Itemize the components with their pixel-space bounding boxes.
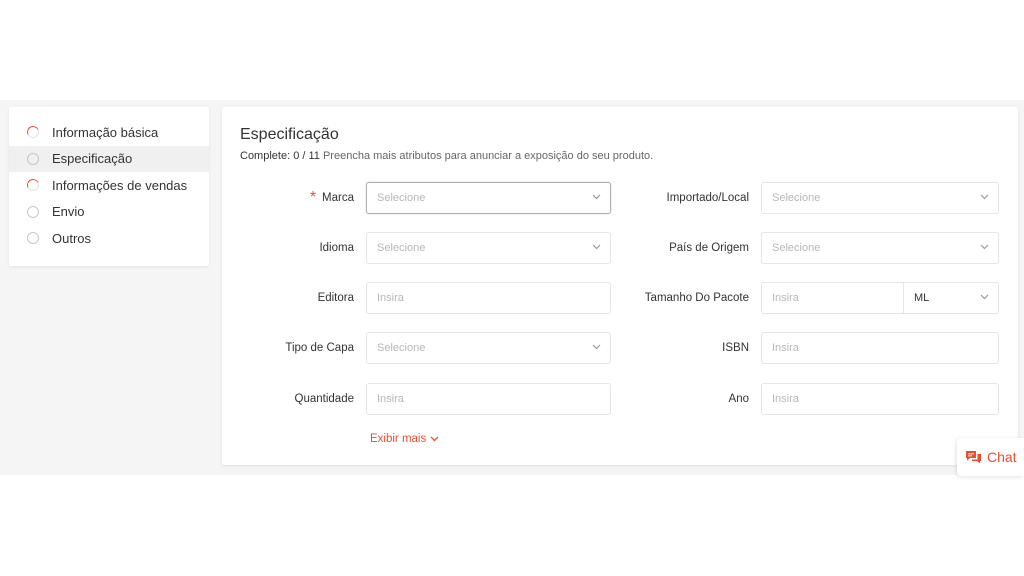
- idioma-select[interactable]: Selecione: [366, 232, 611, 264]
- marca-label: Marca: [322, 192, 354, 204]
- pais-select[interactable]: Selecione: [761, 232, 999, 264]
- tamanho-unit-select[interactable]: ML: [903, 282, 999, 314]
- show-more-label: Exibir mais: [370, 433, 427, 445]
- chevron-down-icon: [980, 294, 989, 302]
- completion-status: Complete: 0 / 11 Preencha mais atributos…: [240, 150, 653, 162]
- ano-label: Ano: [728, 393, 749, 405]
- editora-label: Editora: [317, 292, 354, 304]
- completion-count: Complete: 0 / 11: [240, 150, 320, 162]
- isbn-label-row: ISBN: [622, 332, 749, 364]
- tamanho-placeholder: Insira: [772, 292, 799, 304]
- progress-empty-icon: [27, 152, 39, 165]
- required-asterisk: *: [309, 189, 317, 206]
- idioma-label-row: Idioma: [222, 232, 354, 264]
- nav-item-label: Informações de vendas: [52, 177, 188, 193]
- panel-title: Especificação: [240, 126, 339, 143]
- idioma-placeholder: Selecione: [377, 242, 426, 254]
- editora-input[interactable]: Insira: [366, 282, 611, 314]
- chevron-down-icon: [980, 194, 989, 202]
- specification-panel: Especificação Complete: 0 / 11 Preencha …: [222, 107, 1018, 465]
- capa-label: Tipo de Capa: [285, 342, 354, 354]
- progress-partial-icon: [25, 124, 41, 140]
- pais-placeholder: Selecione: [772, 242, 821, 254]
- editora-placeholder: Insira: [377, 292, 404, 304]
- nav-item-especificacao[interactable]: Especificação: [9, 145, 209, 172]
- nav-item-informacao-basica[interactable]: Informação básica: [9, 119, 209, 146]
- nav-item-outros[interactable]: Outros: [9, 225, 209, 252]
- capa-placeholder: Selecione: [377, 342, 426, 354]
- marca-select[interactable]: Selecione: [366, 182, 611, 214]
- nav-item-label: Especificação: [52, 151, 133, 167]
- isbn-input[interactable]: Insira: [761, 332, 999, 364]
- progress-empty-icon: [27, 232, 39, 245]
- importado-label-row: Importado/Local: [622, 182, 749, 214]
- importado-label: Importado/Local: [666, 192, 749, 204]
- section-nav: Informação básica Especificação Informaç…: [9, 107, 209, 266]
- chat-label: Chat: [987, 449, 1017, 465]
- nav-item-envio[interactable]: Envio: [9, 199, 209, 226]
- isbn-label: ISBN: [722, 342, 749, 354]
- chevron-down-icon: [980, 244, 989, 252]
- quantidade-label: Quantidade: [294, 393, 354, 405]
- tamanho-label: Tamanho Do Pacote: [644, 292, 749, 304]
- progress-empty-icon: [27, 205, 39, 218]
- tamanho-unit-value: ML: [914, 292, 930, 304]
- pais-label: País de Origem: [669, 242, 749, 254]
- quantidade-label-row: Quantidade: [222, 383, 354, 415]
- nav-item-informacoes-de-vendas[interactable]: Informações de vendas: [9, 172, 209, 199]
- nav-item-label: Informação básica: [52, 124, 159, 140]
- quantidade-input[interactable]: Insira: [366, 383, 611, 415]
- chat-bubble-icon: [966, 450, 981, 463]
- capa-select[interactable]: Selecione: [366, 332, 611, 364]
- marca-label-row: * Marca: [222, 182, 354, 214]
- importado-select[interactable]: Selecione: [761, 182, 999, 214]
- nav-item-label: Outros: [52, 230, 92, 246]
- ano-placeholder: Insira: [772, 393, 799, 405]
- editora-label-row: Editora: [222, 282, 354, 314]
- chevron-down-icon: [592, 344, 601, 352]
- marca-placeholder: Selecione: [377, 192, 426, 204]
- chevron-down-icon: [592, 244, 601, 252]
- nav-item-label: Envio: [52, 204, 85, 220]
- tamanho-label-row: Tamanho Do Pacote: [622, 282, 749, 314]
- importado-placeholder: Selecione: [772, 192, 821, 204]
- chevron-down-icon: [592, 194, 601, 202]
- progress-partial-icon: [25, 177, 41, 193]
- ano-input[interactable]: Insira: [761, 383, 999, 415]
- tamanho-input[interactable]: Insira: [761, 282, 904, 314]
- capa-label-row: Tipo de Capa: [222, 332, 354, 364]
- ano-label-row: Ano: [622, 383, 749, 415]
- show-more-link[interactable]: Exibir mais: [370, 433, 439, 445]
- pais-label-row: País de Origem: [622, 232, 749, 264]
- idioma-label: Idioma: [319, 242, 354, 254]
- completion-hint: Preencha mais atributos para anunciar a …: [322, 150, 654, 162]
- chevron-down-icon: [430, 436, 439, 442]
- chat-button[interactable]: Chat: [957, 438, 1024, 476]
- isbn-placeholder: Insira: [772, 342, 799, 354]
- quantidade-placeholder: Insira: [377, 393, 404, 405]
